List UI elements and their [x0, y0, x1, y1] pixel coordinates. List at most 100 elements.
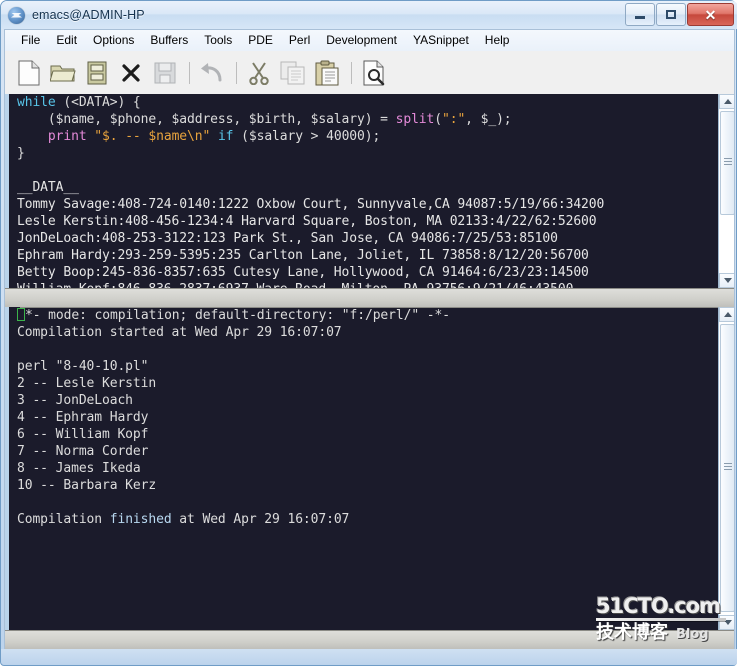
minimize-button[interactable]	[625, 3, 655, 26]
compilation-output-line: 10 -- Barbara Kerz	[17, 478, 157, 493]
toolbar-separator-1	[189, 61, 190, 84]
close-button[interactable]: ✕	[687, 3, 734, 26]
code-token: print	[47, 129, 87, 144]
menu-item-development[interactable]: Development	[318, 32, 405, 49]
new-file-button[interactable]	[13, 56, 45, 90]
minimize-icon	[635, 16, 645, 19]
code-token: (<DATA>) {	[55, 95, 141, 110]
code-token: Tommy Savage:408-724-0140:1222 Oxbow Cou…	[17, 197, 605, 212]
finished-suffix: at Wed Apr 29 16:07:07	[171, 512, 350, 527]
compilation-header-line: *- mode: compilation; default-directory:…	[17, 307, 710, 324]
code-line: print "$. -- $name\n" if ($salary > 4000…	[17, 128, 710, 145]
menu-item-yasnippet[interactable]: YASnippet	[405, 32, 477, 49]
code-line: Ephram Hardy:293-259-5395:235 Carlton La…	[17, 247, 710, 264]
compilation-blank-line	[17, 494, 710, 511]
compilation-header-text: *- mode: compilation; default-directory:…	[25, 308, 450, 323]
toolbar-separator-3	[351, 61, 352, 84]
search-button[interactable]	[358, 56, 390, 90]
window-bottom-edge	[1, 649, 737, 665]
code-token: Betty Boop:245-836-8357:635 Cutesy Lane,…	[17, 265, 589, 280]
close-buffer-icon	[122, 63, 140, 82]
menu-item-tools[interactable]: Tools	[196, 32, 240, 49]
code-line: while (<DATA>) {	[17, 94, 710, 111]
undo-button[interactable]	[196, 56, 228, 90]
comp-scroll-up-button[interactable]	[719, 307, 734, 322]
compilation-output-line: 8 -- James Ikeda	[17, 461, 141, 476]
code-token: (	[434, 112, 442, 127]
code-token: }	[17, 146, 25, 161]
close-icon: ✕	[704, 6, 717, 23]
scroll-grip-icon	[724, 158, 732, 168]
close-buffer-button[interactable]	[115, 56, 147, 90]
menu-item-buffers[interactable]: Buffers	[142, 32, 196, 49]
compilation-buffer-pane: *- mode: compilation; default-directory:…	[5, 307, 734, 630]
paste-button[interactable]	[311, 56, 343, 90]
menu-item-pde[interactable]: PDE	[240, 32, 281, 49]
code-token: ":"	[441, 112, 466, 127]
code-line: Tommy Savage:408-724-0140:1222 Oxbow Cou…	[17, 196, 710, 213]
chevron-up-icon	[723, 312, 732, 317]
window-title: emacs@ADMIN-HP	[32, 8, 145, 22]
compilation-started-line: Compilation started at Wed Apr 29 16:07:…	[17, 325, 342, 340]
menu-item-edit[interactable]: Edit	[48, 32, 85, 49]
code-line: William Kopf:846-836-2837:6937 Ware Road…	[17, 281, 710, 288]
dired-icon	[87, 61, 107, 84]
code-token: ($name, $phone, $address, $birth, $salar…	[17, 112, 396, 127]
open-file-button[interactable]	[47, 56, 79, 90]
source-buffer-pane: while (<DATA>) { ($name, $phone, $addres…	[5, 94, 734, 288]
menu-item-file[interactable]: File	[13, 32, 48, 49]
save-button[interactable]	[149, 56, 181, 90]
compilation-finished-line: Compilation finished at Wed Apr 29 16:07…	[17, 511, 710, 528]
tool-bar	[4, 51, 735, 94]
chevron-up-icon	[723, 99, 732, 104]
toolbar-separator-2	[236, 61, 237, 84]
compilation-output-line: 4 -- Ephram Hardy	[17, 410, 149, 425]
compilation-output-line: 6 -- William Kopf	[17, 427, 149, 442]
code-token: __DATA__	[17, 180, 79, 195]
emacs-window: emacs@ADMIN-HP ✕ File Edit Options Buffe…	[0, 0, 737, 666]
paste-icon	[315, 60, 339, 85]
maximize-icon	[666, 10, 676, 19]
dired-button[interactable]	[81, 56, 113, 90]
compilation-output-line: 2 -- Lesle Kerstin	[17, 376, 157, 391]
menu-item-perl[interactable]: Perl	[281, 32, 318, 49]
copy-icon	[280, 61, 305, 84]
new-file-icon	[18, 60, 40, 85]
finished-prefix: Compilation	[17, 512, 110, 527]
maximize-button[interactable]	[656, 3, 686, 26]
comp-scroll-thumb[interactable]	[720, 324, 734, 612]
source-scrollbar[interactable]	[718, 94, 734, 288]
code-token: Ephram Hardy:293-259-5395:235 Carlton La…	[17, 248, 589, 263]
scroll-thumb[interactable]	[720, 111, 734, 215]
code-token: if	[217, 129, 234, 144]
cut-button[interactable]	[243, 56, 275, 90]
source-code-text[interactable]: while (<DATA>) { ($name, $phone, $addres…	[17, 94, 710, 288]
copy-button[interactable]	[277, 56, 309, 90]
scroll-up-button[interactable]	[719, 94, 734, 109]
compilation-scrollbar[interactable]	[718, 307, 734, 630]
chevron-down-icon	[723, 620, 732, 625]
compilation-output-text[interactable]: *- mode: compilation; default-directory:…	[17, 307, 710, 630]
code-line: Betty Boop:245-836-8357:635 Cutesy Lane,…	[17, 264, 710, 281]
scroll-grip-icon	[724, 463, 732, 473]
scroll-down-button[interactable]	[719, 273, 734, 288]
code-line: __DATA__	[17, 179, 710, 196]
title-bar: emacs@ADMIN-HP ✕	[1, 1, 737, 29]
save-icon	[154, 62, 176, 83]
finished-keyword: finished	[109, 512, 172, 527]
menu-item-options[interactable]: Options	[85, 32, 142, 49]
code-token: ($salary > 40000);	[233, 129, 381, 144]
window-controls: ✕	[624, 3, 734, 26]
emacs-icon	[8, 6, 25, 24]
code-token: split	[395, 112, 435, 127]
comp-scroll-down-button[interactable]	[719, 615, 734, 630]
chevron-down-icon	[723, 278, 732, 283]
code-line: }	[17, 145, 710, 162]
code-token: while	[17, 95, 56, 110]
emacs-frame: while (<DATA>) { ($name, $phone, $addres…	[4, 94, 735, 650]
menu-item-help[interactable]: Help	[477, 32, 518, 49]
search-icon	[363, 60, 385, 85]
